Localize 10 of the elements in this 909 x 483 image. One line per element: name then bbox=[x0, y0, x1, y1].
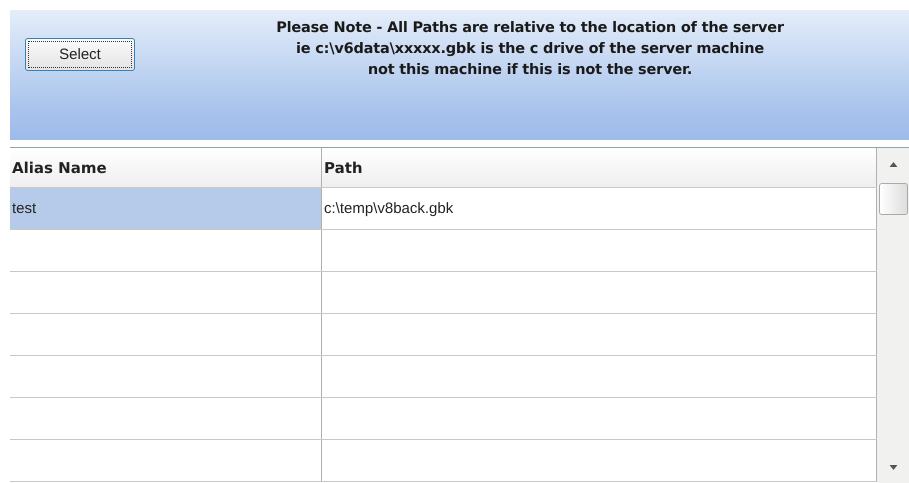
scroll-down-icon[interactable] bbox=[888, 465, 898, 470]
note-text: ie c:\v6data\xxxxx.gbk is the c drive of the server machine bbox=[296, 40, 764, 59]
note-text: Please Note - All Paths are relative to the location of the server bbox=[276, 19, 784, 38]
scroll-up-icon[interactable] bbox=[888, 162, 898, 167]
note-text: not this machine if this is not the server. bbox=[368, 61, 692, 80]
scroll-thumb[interactable] bbox=[878, 183, 908, 215]
select-button[interactable]: Select bbox=[25, 38, 135, 71]
table-cell[interactable]: test bbox=[10, 188, 322, 229]
column-header[interactable]: Alias Name bbox=[10, 148, 322, 187]
scrollbar[interactable] bbox=[877, 148, 909, 483]
